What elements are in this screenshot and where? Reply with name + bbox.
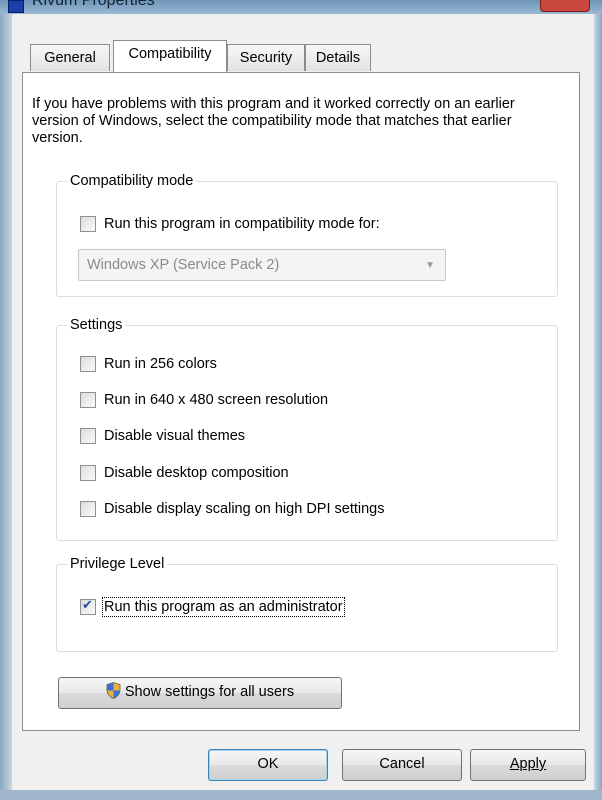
app-icon	[8, 0, 24, 13]
setting-desktop-composition-row[interactable]: Disable desktop composition	[80, 465, 289, 481]
cancel-button[interactable]: Cancel	[342, 749, 462, 781]
window-frame-bottom	[0, 790, 602, 800]
setting-visual-themes-label: Disable visual themes	[104, 428, 246, 444]
tab-security[interactable]: Security	[227, 44, 305, 71]
setting-desktop-composition-label: Disable desktop composition	[104, 465, 289, 481]
run-as-admin-row[interactable]: Run this program as an administrator	[80, 597, 345, 617]
setting-256-colors-checkbox[interactable]	[80, 356, 96, 372]
close-button[interactable]	[540, 0, 590, 12]
show-settings-all-users-label: Show settings for all users	[124, 684, 295, 700]
intro-text: If you have problems with this program a…	[32, 96, 515, 146]
compat-mode-row[interactable]: Run this program in compatibility mode f…	[80, 216, 380, 232]
setting-640x480-checkbox[interactable]	[80, 392, 96, 408]
tab-details[interactable]: Details	[305, 44, 371, 71]
setting-256-colors-row[interactable]: Run in 256 colors	[80, 356, 217, 372]
setting-640x480-row[interactable]: Run in 640 x 480 screen resolution	[80, 392, 328, 408]
ok-button[interactable]: OK	[208, 749, 328, 781]
uac-shield-icon	[106, 682, 121, 699]
setting-dpi-scaling-label: Disable display scaling on high DPI sett…	[104, 501, 385, 517]
compat-mode-label: Run this program in compatibility mode f…	[104, 216, 380, 232]
setting-dpi-scaling-row[interactable]: Disable display scaling on high DPI sett…	[80, 501, 384, 517]
apply-label: Apply	[509, 756, 547, 772]
tab-general[interactable]: General	[30, 44, 110, 71]
compat-mode-checkbox[interactable]	[80, 216, 96, 232]
setting-640x480-label: Run in 640 x 480 screen resolution	[104, 392, 329, 408]
chevron-down-icon: ▼	[425, 260, 435, 271]
os-version-value: Windows XP (Service Pack 2)	[87, 257, 280, 273]
title-bar[interactable]: Rivum Properties	[0, 0, 602, 14]
setting-256-colors-label: Run in 256 colors	[104, 356, 217, 372]
tab-compatibility[interactable]: Compatibility	[113, 40, 227, 72]
group-title-settings: Settings	[67, 316, 126, 334]
window-frame-right	[594, 14, 602, 800]
window-title: Rivum Properties	[32, 0, 155, 9]
os-version-select[interactable]: Windows XP (Service Pack 2) ▼	[78, 249, 446, 281]
run-as-admin-label: Run this program as an administrator	[102, 597, 345, 617]
group-title-privilege: Privilege Level	[67, 555, 168, 573]
setting-desktop-composition-checkbox[interactable]	[80, 465, 96, 481]
setting-visual-themes-checkbox[interactable]	[80, 428, 96, 444]
run-as-admin-checkbox[interactable]	[80, 597, 96, 615]
setting-dpi-scaling-checkbox[interactable]	[80, 501, 96, 517]
window-frame-left	[0, 14, 12, 800]
setting-visual-themes-row[interactable]: Disable visual themes	[80, 428, 245, 444]
apply-button[interactable]: Apply	[470, 749, 586, 781]
group-title-compatibility: Compatibility mode	[67, 172, 197, 190]
show-settings-all-users-button[interactable]: Show settings for all users	[58, 677, 342, 709]
